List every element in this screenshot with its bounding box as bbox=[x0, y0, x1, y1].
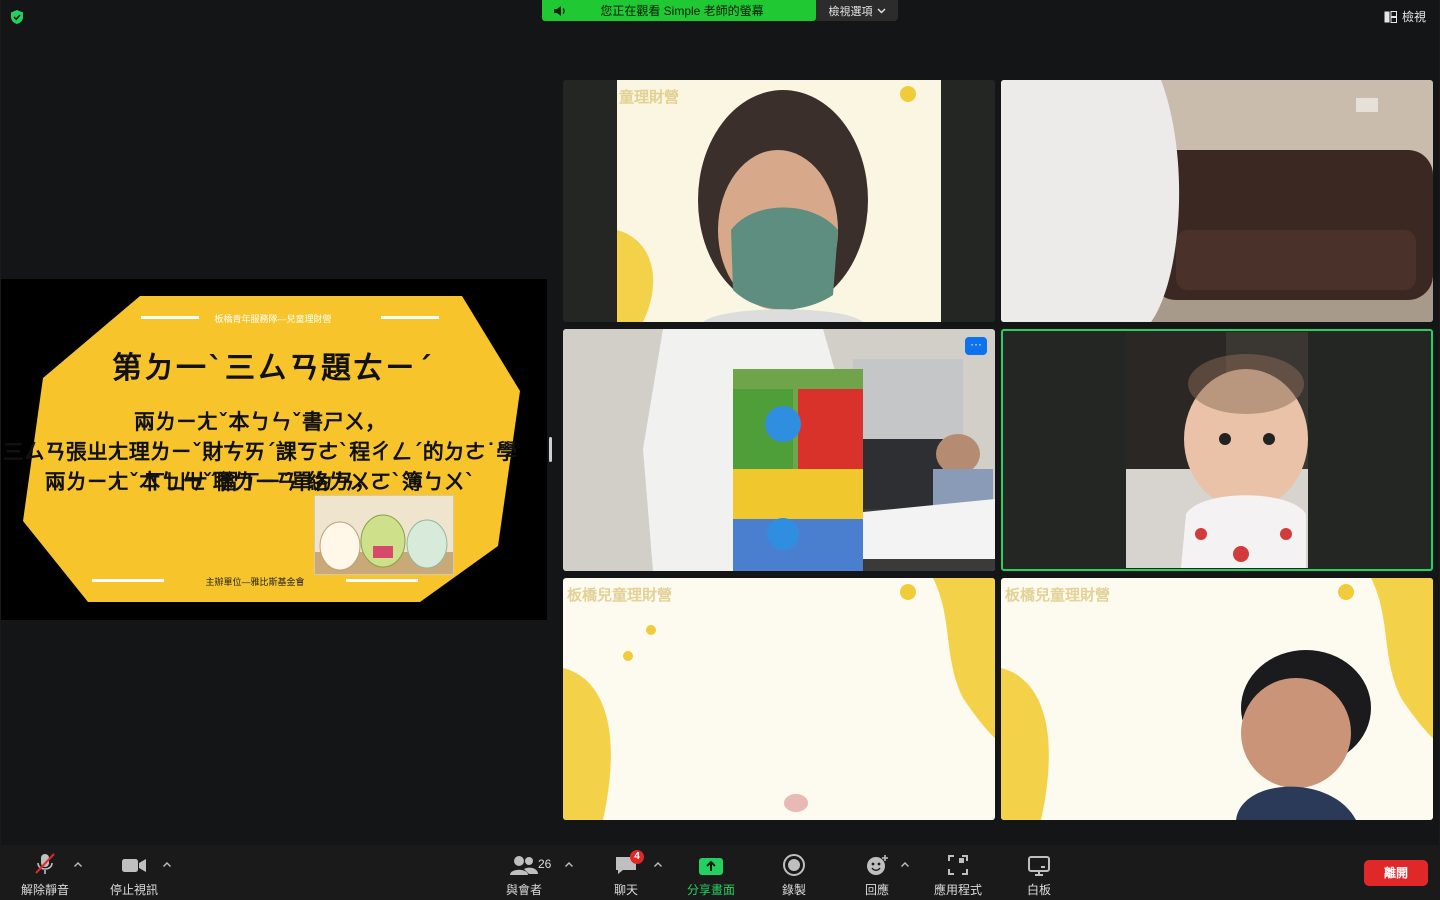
tile-watermark: 童理財營 bbox=[619, 88, 680, 106]
whiteboard-label: 白板 bbox=[1026, 883, 1051, 897]
video-options-caret-icon[interactable] bbox=[162, 860, 172, 870]
participants-options-caret-icon[interactable] bbox=[564, 860, 574, 870]
view-label: 檢視 bbox=[1401, 10, 1426, 24]
slide-title: 第ㄉ一ˋ三ㄙㄢ題ㄊㄧˊ bbox=[112, 351, 434, 386]
zoom-window: 您正在觀看 Simple 老師的螢幕 檢視選項 檢視 板橋青年服務隊—兒童理財營… bbox=[0, 0, 1440, 900]
share-screen-label: 分享畫面 bbox=[686, 883, 735, 897]
participant-video bbox=[563, 329, 995, 571]
tile-watermark: 板橋兒童理財營 bbox=[1005, 586, 1111, 604]
participants-icon bbox=[510, 856, 538, 875]
video-tile-4-active-speaker[interactable] bbox=[1001, 329, 1433, 571]
unmute-button[interactable]: 解除靜音 bbox=[15, 847, 75, 900]
video-camera-icon bbox=[122, 859, 146, 872]
chat-unread-badge: 4 bbox=[630, 850, 644, 864]
banner-text: 您正在觀看 Simple 老師的螢幕 bbox=[600, 4, 764, 18]
more-options-button[interactable]: ··· bbox=[965, 337, 987, 355]
whiteboard-icon bbox=[1028, 856, 1050, 876]
slide-header: 板橋青年服務隊—兒童理財營 bbox=[214, 314, 332, 324]
emoji-plus-icon bbox=[867, 855, 888, 875]
shield-icon[interactable] bbox=[9, 9, 25, 25]
whiteboard-button[interactable]: 白板 bbox=[1019, 847, 1059, 900]
screen-share-banner: 您正在觀看 Simple 老師的螢幕 bbox=[542, 0, 816, 21]
record-button[interactable]: 錄製 bbox=[774, 847, 814, 900]
sumikko-illustration bbox=[314, 495, 454, 575]
participant-video bbox=[1001, 578, 1433, 820]
chat-options-caret-icon[interactable] bbox=[653, 860, 663, 870]
record-icon bbox=[783, 854, 805, 876]
slide-line-1: 兩ㄌㄧㄤˇ本ㄅㄣˇ書ㄕㄨ， bbox=[134, 410, 386, 434]
resize-handle[interactable] bbox=[549, 437, 552, 462]
muted-microphone-icon bbox=[35, 853, 55, 874]
record-label: 錄製 bbox=[781, 883, 806, 897]
share-screen-button[interactable]: 分享畫面 bbox=[682, 847, 740, 900]
video-tile-1[interactable]: 童理財營 bbox=[563, 80, 995, 322]
participants-count: 26 bbox=[538, 857, 552, 871]
stop-video-label: 停止視訊 bbox=[109, 883, 158, 897]
unmute-label: 解除靜音 bbox=[20, 883, 69, 897]
video-tile-2[interactable] bbox=[1001, 80, 1433, 322]
video-tile-5[interactable]: 板橋兒童理財營 bbox=[563, 578, 995, 820]
tile-watermark: 板橋兒童理財營 bbox=[567, 586, 673, 604]
video-tile-3[interactable]: ··· bbox=[563, 329, 995, 571]
view-options-button[interactable]: 檢視選項 bbox=[816, 0, 898, 21]
participant-video bbox=[1001, 329, 1433, 571]
participant-video bbox=[563, 80, 995, 322]
reactions-button[interactable]: 回應 bbox=[857, 847, 897, 900]
apps-icon bbox=[948, 855, 968, 875]
view-options-label: 檢視選項 bbox=[828, 5, 873, 18]
participant-video bbox=[1001, 80, 1433, 322]
apps-button[interactable]: 應用程式 bbox=[928, 847, 988, 900]
slide-line-3: 兩ㄌㄧㄤˇ本ㄅㄣˇ聯ㄌㄧㄢˊ絡ㄌㄨㄛˋ簿ㄅㄨˋ bbox=[44, 470, 476, 494]
participants-label: 與會者 bbox=[505, 883, 542, 897]
slide-footer: 主辦單位—雅比斯基金會 bbox=[205, 577, 305, 587]
speaker-icon bbox=[554, 5, 565, 16]
apps-label: 應用程式 bbox=[933, 883, 982, 897]
video-tile-6[interactable]: 板橋兒童理財營 bbox=[1001, 578, 1433, 820]
participant-video bbox=[563, 578, 995, 820]
participants-button[interactable]: 與會者 bbox=[500, 847, 548, 900]
share-screen-icon bbox=[699, 858, 723, 875]
layout-icon bbox=[1384, 10, 1397, 23]
chevron-down-icon bbox=[877, 8, 885, 13]
leave-button[interactable]: 離開 bbox=[1364, 860, 1428, 886]
chat-label: 聊天 bbox=[613, 883, 638, 897]
audio-options-caret-icon[interactable] bbox=[73, 860, 83, 870]
view-button[interactable]: 檢視 bbox=[1384, 8, 1426, 25]
reactions-options-caret-icon[interactable] bbox=[900, 860, 910, 870]
reactions-label: 回應 bbox=[864, 883, 889, 897]
stop-video-button[interactable]: 停止視訊 bbox=[104, 847, 164, 900]
